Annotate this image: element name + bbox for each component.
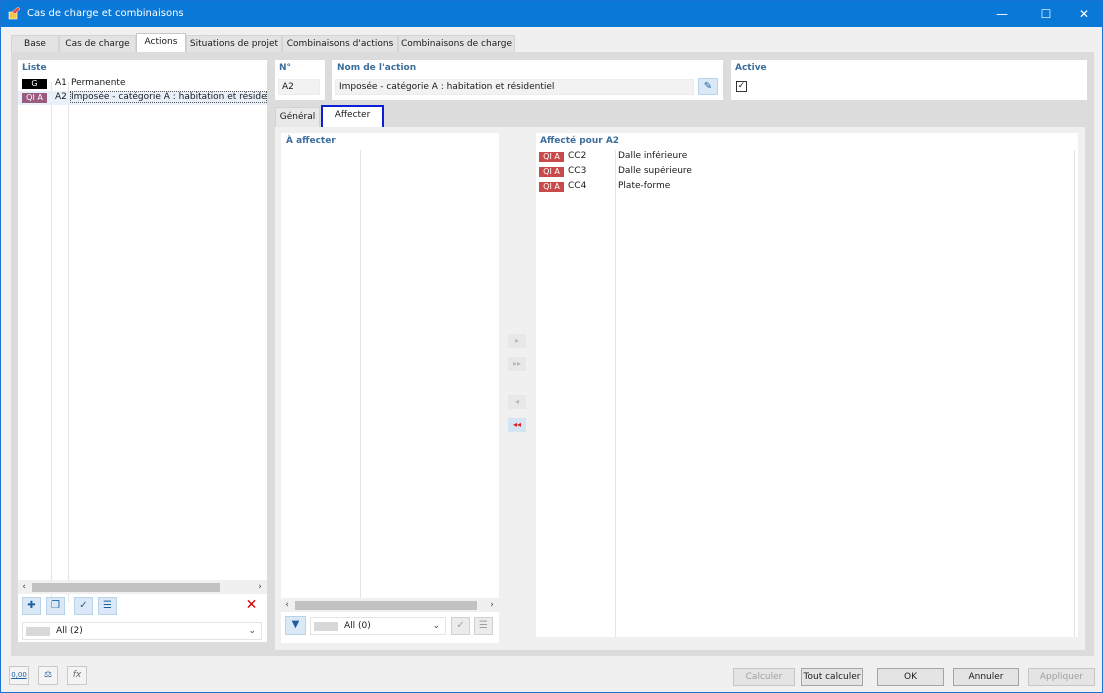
load-case-id: CC2 bbox=[568, 151, 587, 161]
load-case-id: CC4 bbox=[568, 181, 587, 191]
scrollbar-thumb[interactable] bbox=[295, 601, 477, 610]
new-action-icon[interactable]: ✚ bbox=[22, 597, 41, 615]
load-case-category-badge: QI A bbox=[539, 182, 564, 192]
model-icon[interactable]: ⚖ bbox=[38, 666, 58, 685]
formula-icon[interactable]: fx bbox=[67, 666, 87, 685]
load-case-category-badge: QI A bbox=[539, 152, 564, 162]
scroll-right-icon[interactable]: › bbox=[486, 598, 498, 612]
chevron-down-icon: ⌄ bbox=[432, 621, 440, 631]
action-name: Imposée - catégorie A : habitation et ré… bbox=[70, 91, 267, 103]
calculate-all-button[interactable]: Tout calculer bbox=[801, 668, 863, 686]
action-category-badge: QI A bbox=[22, 93, 47, 103]
uncheck-selected-icon[interactable]: ☰ bbox=[98, 597, 117, 615]
to-assign-scrollbar[interactable]: ‹ › bbox=[281, 598, 499, 612]
scroll-right-icon[interactable]: › bbox=[254, 580, 266, 594]
scrollbar-thumb[interactable] bbox=[32, 583, 220, 592]
number-panel: N° A2 bbox=[275, 60, 325, 100]
active-panel: Active ✓ bbox=[731, 60, 1087, 100]
list-item[interactable]: QI A CC3 Dalle supérieure bbox=[536, 165, 1074, 179]
cancel-button[interactable]: Annuler bbox=[953, 668, 1019, 686]
unassign-all-button[interactable]: ◂◂ bbox=[508, 418, 526, 432]
units-icon[interactable]: 0,00 bbox=[9, 666, 29, 685]
assign-all-button[interactable]: ▸▸ bbox=[508, 357, 526, 371]
minimize-button[interactable]: — bbox=[985, 1, 1019, 27]
list-item[interactable]: G A1 Permanente bbox=[18, 77, 267, 91]
tab-cas-de-charge[interactable]: Cas de charge bbox=[59, 35, 136, 53]
to-assign-filter-value: All (0) bbox=[344, 621, 371, 631]
action-name-value: Imposée - catégorie A : habitation et ré… bbox=[339, 82, 555, 92]
to-assign-list: À affecter ‹ › ▼ All (0) ⌄ ✓ ☰ bbox=[281, 133, 499, 643]
action-category-badge: G bbox=[22, 79, 47, 89]
list-item[interactable]: QI A CC4 Plate-forme bbox=[536, 180, 1074, 194]
scroll-left-icon[interactable]: ‹ bbox=[18, 580, 30, 594]
close-button[interactable]: ✕ bbox=[1067, 1, 1101, 27]
subtab-general[interactable]: Général bbox=[275, 107, 320, 127]
action-name-panel: Nom de l'action Imposée - catégorie A : … bbox=[332, 60, 723, 100]
assigned-label: Affecté pour A2 bbox=[540, 136, 620, 146]
active-checkbox[interactable]: ✓ bbox=[736, 81, 747, 92]
edit-name-icon[interactable]: ✎ bbox=[698, 78, 718, 95]
apply-button[interactable]: Appliquer bbox=[1028, 668, 1095, 686]
assign-one-button[interactable]: ▸ bbox=[508, 334, 526, 348]
list-item[interactable]: QI A CC2 Dalle inférieure bbox=[536, 150, 1074, 164]
delete-action-icon[interactable]: ✕ bbox=[242, 597, 261, 615]
actions-tab-body: Liste G A1 Permanente QI A A2 Imposée - … bbox=[11, 52, 1094, 656]
window-title: Cas de charge et combinaisons bbox=[27, 8, 184, 19]
tab-combinaisons-actions[interactable]: Combinaisons d'actions bbox=[282, 35, 398, 53]
tab-base[interactable]: Base bbox=[11, 35, 59, 53]
number-label: N° bbox=[279, 63, 292, 73]
action-name-label: Nom de l'action bbox=[337, 63, 417, 73]
load-case-name: Plate-forme bbox=[618, 181, 671, 191]
tab-combinaisons-de-charge[interactable]: Combinaisons de charge bbox=[398, 35, 515, 53]
to-assign-label: À affecter bbox=[286, 136, 336, 146]
actions-list-panel: Liste G A1 Permanente QI A A2 Imposée - … bbox=[18, 60, 267, 642]
chevron-down-icon: ⌄ bbox=[248, 626, 256, 636]
load-case-id: CC3 bbox=[568, 166, 587, 176]
load-case-name: Dalle supérieure bbox=[618, 166, 692, 176]
title-bar: Cas de charge et combinaisons — ☐ ✕ bbox=[1, 1, 1102, 27]
dialog-window: Cas de charge et combinaisons — ☐ ✕ Base… bbox=[0, 0, 1103, 693]
ok-button[interactable]: OK bbox=[877, 668, 944, 686]
list-item-selected[interactable]: QI A A2 Imposée - catégorie A : habitati… bbox=[18, 91, 267, 105]
scroll-left-icon[interactable]: ‹ bbox=[281, 598, 293, 612]
tab-situations-de-projet[interactable]: Situations de projet bbox=[186, 35, 282, 53]
list-filter-select[interactable]: All (2) ⌄ bbox=[22, 622, 262, 640]
assign-panel: À affecter ‹ › ▼ All (0) ⌄ ✓ ☰ ▸ ▸▸ ◂ ◂◂… bbox=[275, 127, 1085, 650]
to-assign-filter-select[interactable]: All (0) ⌄ bbox=[310, 617, 446, 635]
assigned-list: Affecté pour A2 QI A CC2 Dalle inférieur… bbox=[536, 133, 1078, 637]
uncheck-selected-icon[interactable]: ☰ bbox=[474, 617, 493, 635]
app-icon bbox=[8, 7, 21, 20]
number-field[interactable]: A2 bbox=[278, 79, 320, 95]
action-id: A2 bbox=[55, 92, 67, 102]
number-value: A2 bbox=[282, 82, 294, 92]
active-label: Active bbox=[735, 63, 767, 73]
load-case-name: Dalle inférieure bbox=[618, 151, 688, 161]
unassign-one-button[interactable]: ◂ bbox=[508, 395, 526, 409]
load-case-category-badge: QI A bbox=[539, 167, 564, 177]
list-horizontal-scrollbar[interactable]: ‹ › bbox=[18, 580, 267, 594]
check-selected-icon[interactable]: ✓ bbox=[74, 597, 93, 615]
list-filter-value: All (2) bbox=[56, 626, 83, 636]
action-name-field[interactable]: Imposée - catégorie A : habitation et ré… bbox=[335, 79, 694, 95]
calculate-button[interactable]: Calculer bbox=[733, 668, 795, 686]
copy-action-icon[interactable]: ❐ bbox=[46, 597, 65, 615]
filter-icon[interactable]: ▼ bbox=[285, 616, 306, 635]
list-label: Liste bbox=[22, 63, 47, 73]
maximize-button[interactable]: ☐ bbox=[1029, 1, 1063, 27]
action-name: Permanente bbox=[71, 78, 126, 88]
tab-actions[interactable]: Actions bbox=[136, 33, 186, 53]
check-selected-icon[interactable]: ✓ bbox=[451, 617, 470, 635]
action-id: A1 bbox=[55, 78, 67, 88]
